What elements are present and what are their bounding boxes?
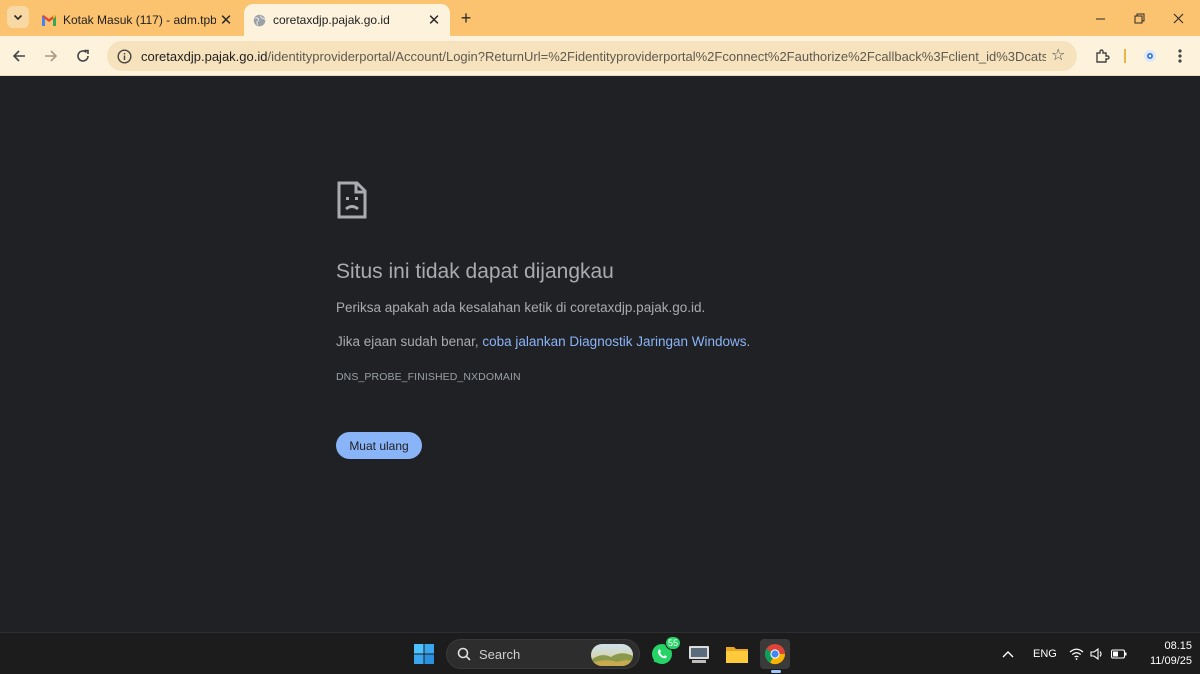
- toolbar-separator: [1124, 49, 1126, 63]
- profile-icon[interactable]: [1140, 46, 1160, 66]
- reload-button[interactable]: Muat ulang: [336, 432, 422, 459]
- tray-overflow-icon[interactable]: [1002, 633, 1014, 674]
- gmail-icon: [42, 13, 56, 27]
- search-label: Search: [479, 646, 521, 662]
- browser-toolbar: coretaxdjp.pajak.go.id/identityproviderp…: [0, 36, 1200, 76]
- forward-icon[interactable]: [40, 45, 62, 67]
- chevron-down-icon: [13, 14, 23, 21]
- error-diagnostics-hint: Jika ejaan sudah benar, coba jalankan Di…: [336, 334, 750, 349]
- system-clock[interactable]: 08.15 11/09/25: [1132, 639, 1192, 669]
- minimize-icon[interactable]: [1082, 6, 1118, 30]
- search-icon: [457, 647, 471, 661]
- search-highlight-image: [591, 644, 633, 666]
- error-code: DNS_PROBE_FINISHED_NXDOMAIN: [336, 371, 521, 383]
- new-tab-icon[interactable]: +: [456, 8, 476, 28]
- taskbar-search[interactable]: Search: [446, 639, 640, 669]
- close-tab-icon[interactable]: ✕: [424, 10, 444, 30]
- chrome-taskbar-icon[interactable]: [760, 639, 790, 673]
- error-page: Situs ini tidak dapat dijangkau Periksa …: [0, 77, 1200, 632]
- clock-time: 08.15: [1164, 640, 1192, 652]
- tab-gmail[interactable]: Kotak Masuk (117) - adm.tpbua ✕: [36, 4, 242, 36]
- wifi-icon[interactable]: [1069, 633, 1084, 674]
- clock-date: 11/09/25: [1149, 655, 1192, 667]
- language-indicator[interactable]: ENG: [1033, 633, 1057, 674]
- whatsapp-badge: 55: [664, 636, 681, 650]
- more-menu-icon[interactable]: [1170, 46, 1190, 66]
- close-tab-icon[interactable]: ✕: [216, 10, 236, 30]
- battery-icon[interactable]: [1111, 633, 1127, 674]
- url-text: coretaxdjp.pajak.go.id/identityproviderp…: [141, 48, 1046, 64]
- sad-document-icon: [337, 181, 367, 224]
- file-explorer-icon[interactable]: [722, 639, 752, 669]
- extensions-icon[interactable]: [1092, 46, 1112, 66]
- whatsapp-icon[interactable]: 55: [647, 636, 681, 669]
- bookmark-star-icon[interactable]: ☆: [1051, 48, 1067, 64]
- address-bar[interactable]: coretaxdjp.pajak.go.id/identityproviderp…: [107, 41, 1077, 71]
- reload-icon[interactable]: [72, 45, 94, 67]
- restore-icon[interactable]: [1121, 6, 1157, 30]
- back-icon[interactable]: [8, 45, 30, 67]
- windows-start-icon[interactable]: [409, 639, 439, 669]
- virtual-desktop-icon[interactable]: [684, 639, 714, 669]
- network-diagnostics-link[interactable]: coba jalankan Diagnostik Jaringan Window…: [482, 334, 746, 349]
- tab-title: Kotak Masuk (117) - adm.tpbua: [63, 13, 216, 27]
- site-info-icon[interactable]: [116, 48, 132, 64]
- close-window-icon[interactable]: [1160, 6, 1196, 30]
- volume-icon[interactable]: [1090, 633, 1104, 674]
- tab-title: coretaxdjp.pajak.go.id: [273, 13, 390, 27]
- windows-taskbar: Search 55 ENG 08.15 11/09/25: [0, 632, 1200, 674]
- error-title: Situs ini tidak dapat dijangkau: [336, 260, 614, 283]
- tab-coretax[interactable]: coretaxdjp.pajak.go.id ✕: [244, 4, 450, 36]
- tab-strip: Kotak Masuk (117) - adm.tpbua ✕ coretaxd…: [0, 0, 1200, 36]
- globe-icon: [252, 13, 266, 27]
- diagnostics-prefix: Jika ejaan sudah benar,: [336, 334, 483, 349]
- tab-search-button[interactable]: [7, 6, 29, 28]
- error-typo-hint: Periksa apakah ada kesalahan ketik di co…: [336, 300, 706, 315]
- diagnostics-suffix: .: [746, 334, 751, 349]
